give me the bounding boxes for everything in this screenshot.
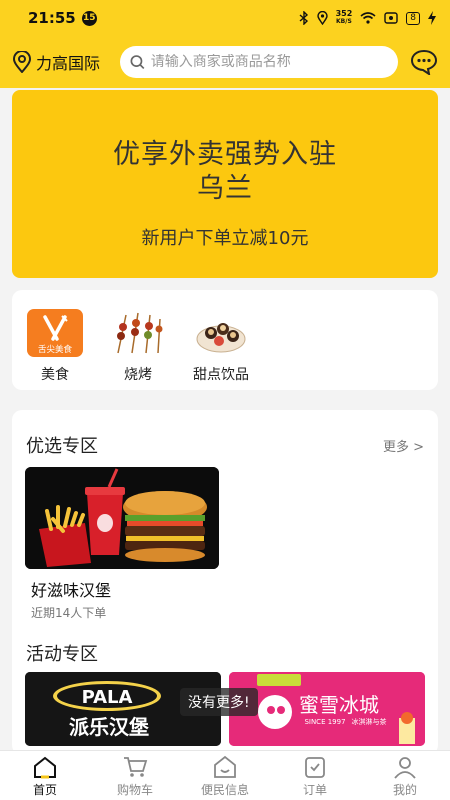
net-speed-unit: KB/S <box>336 18 352 25</box>
pala-logo-text: PALA <box>82 687 133 708</box>
location-pin-icon <box>316 11 328 25</box>
category-grid: 舌尖美食 美食 烧烤 甜点饮品 <box>12 290 438 390</box>
tab-home[interactable]: 首页 <box>0 751 90 800</box>
mixue-since-text: SINCE 1997 <box>304 718 345 726</box>
category-dessert[interactable]: 甜点饮品 <box>192 290 250 390</box>
banner-offer: 新用户下单立减10元 <box>141 228 309 249</box>
tab-info[interactable]: 便民信息 <box>180 751 270 800</box>
order-icon <box>305 757 325 778</box>
notification-badge: 15 <box>81 10 97 26</box>
dessert-plate-icon <box>192 308 250 358</box>
status-right: 352 KB/S 8 <box>299 10 436 26</box>
category-barbecue[interactable]: 烧烤 <box>109 290 167 390</box>
search-input[interactable] <box>150 54 388 70</box>
no-more-toast: 没有更多! <box>180 688 258 716</box>
app-header: 21:55 15 352 KB/S 8 力高国际 <box>0 0 450 88</box>
tab-cart[interactable]: 购物车 <box>90 751 180 800</box>
featured-header: 优选专区 更多 > <box>26 432 424 458</box>
net-speed: 352 KB/S <box>336 10 353 26</box>
status-time: 21:55 <box>28 9 76 27</box>
screen-record-icon <box>384 12 398 24</box>
mixue-name-text: 蜜雪冰城 <box>299 693 379 717</box>
store-orders: 近期14人下单 <box>31 606 107 620</box>
promo-banner[interactable]: 优享外卖强势入驻 乌兰 新用户下单立减10元 <box>12 90 438 278</box>
category-label: 美食 <box>41 367 69 383</box>
activity-title: 活动专区 <box>26 644 98 665</box>
bluetooth-icon <box>299 11 308 25</box>
banner-city: 乌兰 <box>197 173 253 204</box>
info-house-icon <box>214 755 236 778</box>
home-icon <box>34 756 56 779</box>
bottom-tab-bar: 首页 购物车 便民信息 订单 我的 <box>0 750 450 800</box>
tab-label: 我的 <box>392 783 417 797</box>
status-bar: 21:55 15 352 KB/S 8 <box>0 0 450 36</box>
wifi-icon <box>360 12 376 24</box>
category-label: 甜点饮品 <box>193 367 249 383</box>
more-link[interactable]: 更多 > <box>383 436 424 455</box>
mixue-slogan-text: 冰淇淋与茶 <box>352 717 387 726</box>
tab-label: 首页 <box>32 783 57 797</box>
location-marker-icon <box>12 51 32 73</box>
search-bar[interactable] <box>120 46 398 78</box>
category-food[interactable]: 舌尖美食 美食 <box>26 290 84 390</box>
promo-mixue[interactable]: 蜜雪冰城 SINCE 1997 冰淇淋与茶 <box>229 672 425 746</box>
charging-icon <box>428 11 436 25</box>
tab-orders[interactable]: 订单 <box>270 751 360 800</box>
tab-profile[interactable]: 我的 <box>360 751 450 800</box>
featured-title: 优选专区 <box>26 436 98 457</box>
tab-label: 订单 <box>302 783 327 797</box>
location-selector[interactable]: 力高国际 <box>12 50 120 74</box>
battery-indicator: 8 <box>406 11 420 25</box>
net-speed-value: 352 <box>335 9 353 18</box>
profile-icon <box>394 757 416 779</box>
tab-label: 购物车 <box>116 783 153 797</box>
category-label: 烧烤 <box>124 367 152 383</box>
barbecue-skewer-icon <box>109 308 167 358</box>
food-icon: 舌尖美食 <box>26 308 84 358</box>
tab-label: 便民信息 <box>200 783 249 797</box>
store-image <box>25 467 219 569</box>
message-button[interactable] <box>410 48 438 76</box>
content-section: 优选专区 更多 > 好滋味汉堡 近期14人下单 活动专区 PALA 派乐汉堡 蜜… <box>12 410 438 755</box>
store-card[interactable]: 好滋味汉堡 近期14人下单 <box>25 467 219 621</box>
store-name: 好滋味汉堡 <box>31 581 112 600</box>
cart-icon <box>124 757 148 777</box>
chat-bubble-icon <box>410 49 438 75</box>
food-icon-text: 舌尖美食 <box>38 344 73 355</box>
top-bar: 力高国际 <box>0 36 450 88</box>
location-name: 力高国际 <box>36 54 101 73</box>
search-icon <box>130 55 145 70</box>
pala-name-text: 派乐汉堡 <box>69 715 149 739</box>
